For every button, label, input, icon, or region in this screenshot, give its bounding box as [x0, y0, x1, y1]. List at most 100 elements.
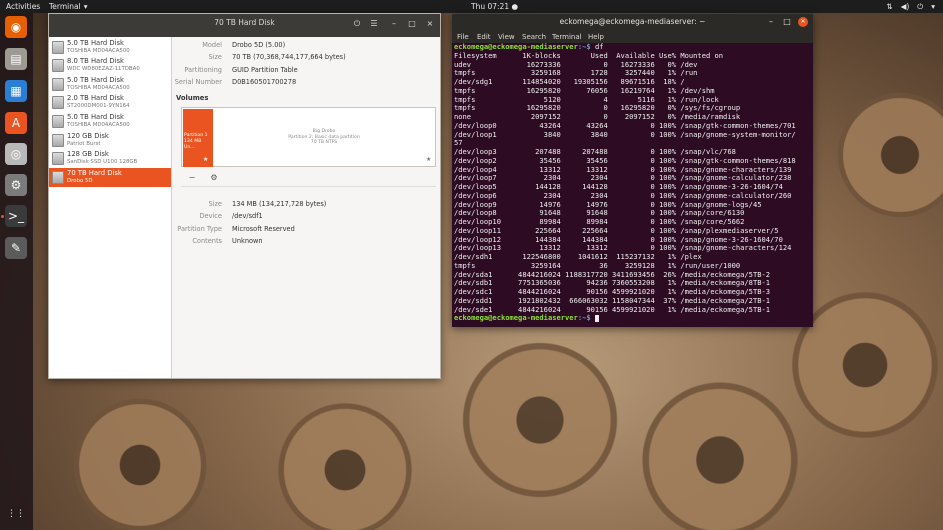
star-icon: ★	[426, 156, 432, 163]
tool-icon[interactable]: ✎	[5, 237, 27, 259]
prompt-line: eckomega@eckomega-mediaserver:~$	[454, 314, 812, 323]
disk-list-item[interactable]: 5.0 TB Hard Disk TOSHIBA MD04ACA500	[49, 38, 171, 57]
top-bar: Activities Terminal ▾ Thu 07:21 ● ⇅ ◀) ⏻…	[0, 0, 943, 13]
partition-1[interactable]: Partition 1 134 MB Un… ★	[183, 109, 213, 167]
output-line: tmpfs 5120 4 5116 1% /run/lock	[454, 95, 719, 104]
menu-item-edit[interactable]: Edit	[477, 33, 491, 41]
disk-list: 5.0 TB Hard Disk TOSHIBA MD04ACA500 8.0 TB…	[49, 37, 172, 378]
minimize-icon[interactable]: –	[389, 19, 399, 29]
detail-value: D0B160501700278	[232, 77, 297, 86]
disk-list-item[interactable]: 120 GB Disk Patriot Burst	[49, 131, 171, 150]
output-line: /dev/loop12 144384 144384 0 100% /snap/g…	[454, 235, 783, 244]
menu-icon[interactable]: ☰	[369, 19, 379, 29]
output-line: /dev/loop6 2304 2304 0 100% /snap/gnome-…	[454, 191, 792, 200]
menu-item-search[interactable]: Search	[522, 33, 546, 41]
detail-value: 134 MB (134,217,728 bytes)	[232, 200, 327, 208]
disk-name: 2.0 TB Hard Disk	[67, 94, 124, 103]
clock[interactable]: Thu 07:21 ●	[471, 2, 518, 11]
output-line: /dev/loop0 43264 43264 0 100% /snap/gtk-…	[454, 121, 796, 130]
chevron-down-icon: ▾	[931, 2, 935, 11]
disk-list-item[interactable]: 8.0 TB Hard Disk WDC WD80EZAZ-11TDBA0	[49, 56, 171, 75]
software-icon[interactable]: A	[5, 112, 27, 134]
disk-list-item[interactable]: 2.0 TB Hard Disk ST2000DM001-9YN164	[49, 93, 171, 112]
minimize-icon[interactable]: –	[766, 17, 776, 27]
output-line: /dev/loop8 91648 91648 0 100% /snap/core…	[454, 209, 745, 218]
output-line: /dev/loop5 144128 144128 0 100% /snap/gn…	[454, 183, 783, 191]
network-icon: ⇅	[886, 2, 893, 11]
close-icon[interactable]: ×	[425, 19, 435, 29]
menu-item-view[interactable]: View	[498, 33, 515, 41]
hard-disk-icon	[52, 59, 64, 73]
command-text: df	[590, 43, 604, 51]
output-line: /dev/loop9 14976 14976 0 100% /snap/gnom…	[454, 200, 762, 209]
remove-partition-button[interactable]: −	[185, 171, 199, 184]
command-line: eckomega@eckomega-mediaserver:~$ df	[454, 43, 812, 52]
maximize-icon[interactable]: □	[407, 19, 417, 29]
system-tray[interactable]: ⇅ ◀) ⏻ ▾	[886, 2, 935, 12]
detail-key: Contents	[192, 236, 222, 245]
chevron-down-icon: ▾	[83, 2, 88, 11]
disk-model: WDC WD80EZAZ-11TDBA0	[67, 66, 140, 73]
output-line: tmpfs 3259168 1728 3257440 1% /run	[454, 69, 698, 78]
detail-key: Partition Type	[177, 224, 222, 233]
disk-model: TOSHIBA MD04ACA500	[67, 84, 130, 91]
output-line: /dev/loop3 207488 207488 0 100% /snap/vl…	[454, 148, 736, 156]
disks-icon[interactable]: ◎	[5, 143, 27, 165]
output-line: /dev/loop13 13312 13312 0 100% /snap/gno…	[454, 244, 792, 253]
hard-disk-icon	[52, 77, 64, 91]
power-icon[interactable]: ⏻	[352, 19, 362, 29]
writer-icon[interactable]: ▦	[5, 80, 27, 102]
hard-disk-icon	[52, 96, 64, 110]
output-line: /dev/loop4 13312 13312 0 100% /snap/gnom…	[454, 165, 792, 174]
terminal-titlebar[interactable]: eckomega@eckomega-mediaserver: ~ – □ ✕	[452, 14, 813, 31]
disk-name: 128 GB Disk	[67, 150, 109, 159]
disk-list-item[interactable]: 128 GB Disk SanDisk SSD U100 128GB	[49, 149, 171, 168]
menu-item-help[interactable]: Help	[588, 33, 604, 41]
show-apps-icon[interactable]: ⋮⋮	[5, 503, 27, 525]
terminal-icon[interactable]: >_	[5, 205, 27, 227]
maximize-icon[interactable]: □	[782, 17, 792, 27]
disk-list-item[interactable]: 5.0 TB Hard Disk TOSHIBA MD04ACA500	[49, 75, 171, 94]
firefox-icon[interactable]: ◉	[5, 16, 27, 38]
output-line: tmpfs 3259164 36 3259128 1% /run/user/10…	[454, 261, 741, 270]
close-icon[interactable]: ✕	[798, 17, 808, 27]
notification-dot-icon: ●	[511, 2, 519, 11]
activities-button[interactable]: Activities	[6, 2, 40, 11]
detail-key: Model	[202, 41, 222, 49]
menu-item-file[interactable]: File	[457, 33, 469, 41]
output-line: /dev/sdg1 114854020 19305156 89671516 18…	[454, 78, 685, 86]
app-menu[interactable]: Terminal ▾	[49, 2, 87, 11]
star-icon: ★	[203, 156, 209, 163]
disk-list-item[interactable]: 5.0 TB Hard Disk TOSHIBA MD04ACA500	[49, 112, 171, 131]
settings-icon[interactable]: ⚙	[5, 174, 27, 196]
volume-toolbar: − ⚙	[181, 169, 436, 187]
disk-details: Model Drobo 5D (5.00) Size 70 TB (70,368,74…	[173, 37, 441, 378]
prompt-path: :~$	[577, 314, 591, 323]
output-line: /dev/loop10 89984 89984 0 100% /snap/cor…	[454, 218, 745, 226]
partition-2[interactable]: Big Drobo Partition 2: Basic data partit…	[213, 109, 435, 167]
output-line: /dev/loop11 225664 225664 0 100% /snap/p…	[454, 226, 779, 235]
output-line: Filesystem 1K-blocks Used Available Use%…	[454, 51, 724, 60]
prompt-user: eckomega@eckomega-mediaserver	[454, 43, 578, 51]
settings-icon[interactable]: ⚙	[207, 171, 221, 184]
output-line: /dev/sdh1 122546800 1041612 115237132 1%…	[454, 253, 702, 261]
disk-name: 8.0 TB Hard Disk	[67, 57, 124, 66]
detail-key: Size	[208, 53, 222, 62]
disks-titlebar[interactable]: 70 TB Hard Disk ⏻ ☰ – □ ×	[49, 14, 440, 37]
files-icon[interactable]: ▤	[5, 48, 27, 70]
window-title: 70 TB Hard Disk	[214, 18, 275, 27]
disk-model: TOSHIBA MD04ACA500	[67, 121, 130, 128]
detail-value: GUID Partition Table	[232, 65, 298, 74]
output-line: /dev/sdb1 7751365036 94236 7360553208 1%…	[454, 279, 771, 288]
window-title: eckomega@eckomega-mediaserver: ~	[559, 17, 706, 26]
app-menu-label: Terminal	[49, 2, 81, 11]
output-line: /dev/sda1 4844216024 1188317720 34116934…	[454, 270, 771, 279]
terminal-output[interactable]: eckomega@eckomega-mediaserver:~$ df File…	[453, 43, 812, 327]
menu-item-terminal[interactable]: Terminal	[552, 33, 582, 41]
hard-disk-icon	[52, 114, 64, 128]
output-line: /dev/sdd1 1921802432 666063032 115804734…	[454, 296, 771, 305]
partition-1-label: Partition 1 134 MB Un…	[184, 133, 208, 150]
disks-window: 70 TB Hard Disk ⏻ ☰ – □ × 5.0 TB Hard Di…	[48, 13, 441, 379]
detail-value: Unknown	[232, 236, 263, 245]
disk-list-item[interactable]: 70 TB Hard Disk Drobo 5D	[49, 167, 171, 187]
